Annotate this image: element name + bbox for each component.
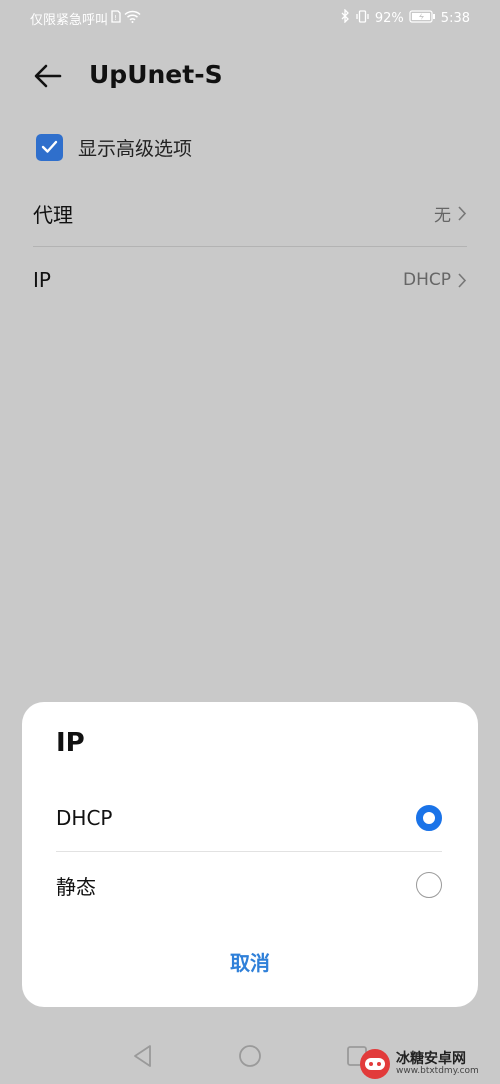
advanced-checkbox[interactable] — [36, 133, 63, 161]
nav-back-button[interactable] — [132, 1044, 154, 1072]
advanced-checkbox-label: 显示高级选项 — [78, 137, 193, 160]
radio-unselected[interactable] — [416, 872, 442, 898]
option-label: DHCP — [56, 806, 113, 830]
wifi-icon — [124, 10, 141, 27]
back-button[interactable] — [30, 58, 66, 94]
app-header: UpUnet-S — [0, 50, 500, 100]
option-static[interactable]: 静态 — [56, 852, 442, 918]
chevron-right-icon — [458, 272, 467, 288]
radio-selected[interactable] — [416, 805, 442, 831]
triangle-back-icon — [134, 1045, 151, 1067]
chevron-right-icon — [458, 205, 467, 221]
clock-text: 5:38 — [440, 10, 470, 26]
option-dhcp[interactable]: DHCP — [56, 785, 442, 852]
status-left: 仅限紧急呼叫 ! — [30, 9, 141, 28]
ip-mode-dialog: IP DHCP 静态 取消 — [22, 702, 478, 1007]
sim-icon: ! — [111, 10, 121, 27]
option-label: 静态 — [56, 874, 96, 899]
battery-percent: 92% — [374, 10, 404, 26]
vibrate-icon — [355, 9, 370, 27]
bluetooth-icon — [341, 8, 350, 27]
circle-home-icon — [239, 1045, 261, 1067]
status-right: 92% 5:38 — [341, 8, 470, 27]
watermark-title: 冰糖安卓网 — [396, 1050, 466, 1067]
ip-label: IP — [33, 268, 51, 292]
cancel-button[interactable]: 取消 — [22, 947, 478, 976]
ip-value-group: DHCP — [403, 270, 467, 290]
show-advanced-option[interactable]: 显示高级选项 — [36, 132, 192, 162]
proxy-value: 无 — [434, 205, 451, 226]
svg-text:!: ! — [114, 14, 117, 22]
proxy-value-group: 无 — [434, 201, 467, 226]
battery-charging-icon — [409, 9, 436, 27]
ip-value: DHCP — [403, 270, 451, 290]
status-bar: 仅限紧急呼叫 ! 92% 5:38 — [0, 0, 500, 36]
page-title: UpUnet-S — [89, 60, 223, 89]
watermark: 冰糖安卓网 www.btxtdmy.com — [360, 1046, 500, 1082]
nav-home-button[interactable] — [238, 1044, 262, 1072]
proxy-label: 代理 — [33, 202, 73, 227]
watermark-url: www.btxtdmy.com — [396, 1065, 479, 1076]
proxy-setting-row[interactable]: 代理 无 — [33, 180, 467, 247]
watermark-text: 冰糖安卓网 www.btxtdmy.com — [396, 1052, 479, 1076]
check-icon — [41, 140, 58, 153]
dialog-title: IP — [56, 728, 85, 758]
watermark-logo-icon — [360, 1049, 390, 1079]
ip-setting-row[interactable]: IP DHCP — [33, 247, 467, 313]
carrier-text: 仅限紧急呼叫 — [30, 13, 109, 28]
arrow-left-icon — [34, 64, 62, 88]
